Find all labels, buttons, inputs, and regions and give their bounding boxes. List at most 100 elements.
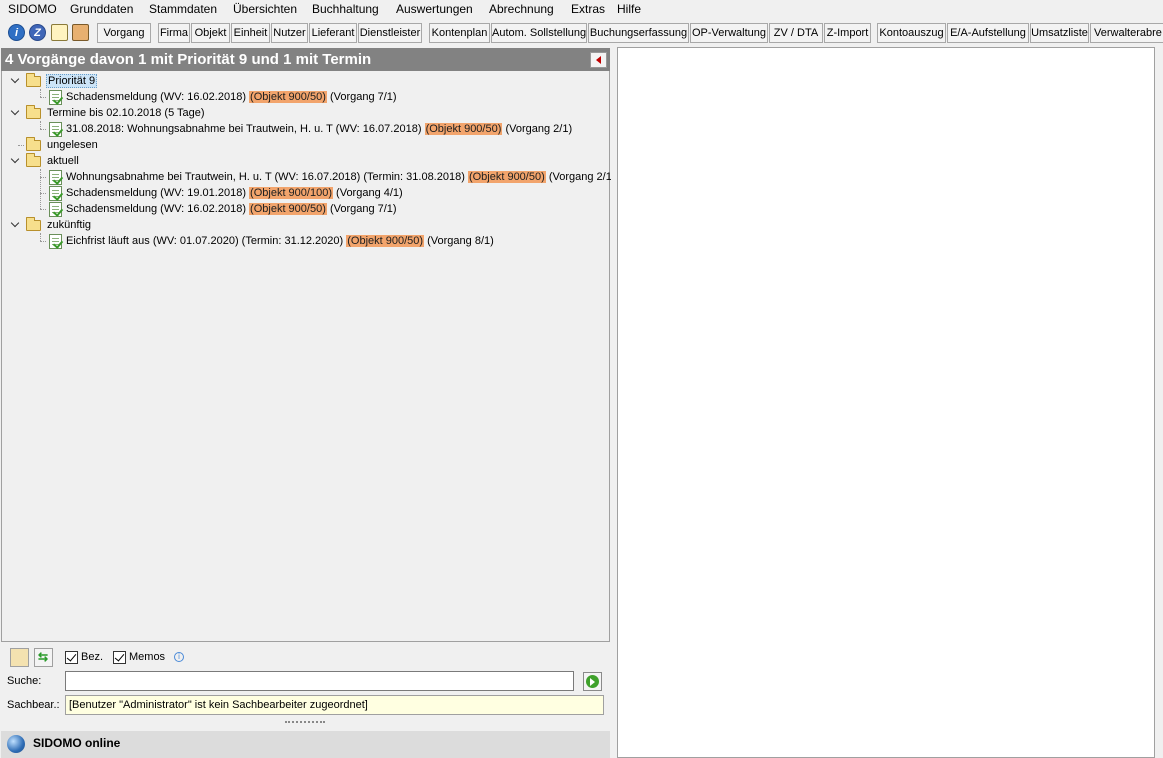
vorgang-button[interactable]: Vorgang (97, 23, 151, 43)
vorgang-ref: (Vorgang 8/1) (427, 235, 494, 247)
object-tag: (Objekt 900/50) (346, 235, 425, 247)
tree-line (40, 177, 46, 178)
item-text: Wohnungsabnahme bei Trautwein, H. u. T (… (66, 171, 465, 183)
tree-line (40, 121, 41, 129)
objekt-button[interactable]: Objekt (191, 23, 230, 43)
kontenplan-button[interactable]: Kontenplan (429, 23, 490, 43)
tree-line (18, 145, 24, 146)
tree-item[interactable]: 31.08.2018: Wohnungsabnahme bei Trautwei… (66, 121, 572, 137)
pane-splitter[interactable] (611, 47, 616, 758)
expand-chevron-icon[interactable] (10, 217, 22, 233)
tree-line (40, 209, 46, 210)
einheit-button[interactable]: Einheit (231, 23, 270, 43)
folder-icon (26, 105, 41, 119)
sachbearbeiter-field[interactable]: [Benutzer "Administrator" ist kein Sachb… (65, 695, 604, 715)
refresh-arrows-icon[interactable]: ⇆ (34, 648, 53, 667)
tree-item[interactable]: Schadensmeldung (WV: 16.02.2018) (Objekt… (66, 201, 397, 217)
bez-checkbox[interactable] (65, 651, 78, 664)
settings-gear-icon[interactable] (10, 648, 29, 667)
menu-auswertungen[interactable]: Auswertungen (396, 2, 473, 16)
vorgang-ref: (Vorgang 7/1) (329, 91, 397, 103)
vorgang-doc-icon (49, 122, 62, 137)
z-import-button[interactable]: Z-Import (824, 23, 871, 43)
memos-label: Memos (129, 651, 166, 663)
item-text: Eichfrist läuft aus (WV: 01.07.2020) (Te… (66, 235, 344, 247)
menu-hilfe[interactable]: Hilfe (617, 2, 641, 16)
tree-group-termine[interactable]: Termine bis 02.10.2018 (5 Tage) (47, 105, 205, 121)
tree-line (40, 129, 46, 130)
tree-line (40, 193, 46, 194)
tree-group-label: Priorität 9 (46, 74, 98, 88)
resize-grip[interactable] (285, 721, 325, 726)
vorgang-ref: (Vorgang 4/1) (336, 187, 403, 199)
menu-uebersichten[interactable]: Übersichten (233, 2, 297, 16)
object-tag: (Objekt 900/50) (424, 123, 503, 135)
dienstleister-button[interactable]: Dienstleister (358, 23, 422, 43)
lieferant-button[interactable]: Lieferant (309, 23, 357, 43)
bez-label: Bez. (81, 651, 104, 663)
tree-item[interactable]: Eichfrist läuft aus (WV: 01.07.2020) (Te… (66, 233, 494, 249)
sidomo-online-label: SIDOMO online (33, 736, 121, 750)
z-icon[interactable]: Z (29, 24, 46, 41)
op-verwaltung-button[interactable]: OP-Verwaltung (690, 23, 768, 43)
search-go-icon[interactable] (583, 672, 602, 691)
umsatzliste-button[interactable]: Umsatzliste (1030, 23, 1089, 43)
item-text: 31.08.2018: Wohnungsabnahme bei Trautwei… (66, 123, 422, 135)
tree-item[interactable]: Schadensmeldung (WV: 19.01.2018) (Objekt… (66, 185, 403, 201)
buchungserfassung-button[interactable]: Buchungserfassung (588, 23, 689, 43)
tree-line (40, 97, 46, 98)
verwalterabrechnung-button[interactable]: Verwalterabre (1090, 23, 1163, 43)
notepad-icon[interactable] (51, 24, 68, 41)
collapse-panel-button[interactable] (590, 52, 607, 68)
info-hint-icon[interactable]: i (174, 652, 184, 662)
firma-button[interactable]: Firma (158, 23, 190, 43)
sachbearbeiter-label: Sachbear.: (7, 699, 60, 711)
tree-item[interactable]: Schadensmeldung (WV: 16.02.2018) (Objekt… (66, 89, 397, 105)
tree-group-zukuenftig[interactable]: zukünftig (47, 217, 91, 233)
expand-chevron-icon[interactable] (10, 153, 22, 169)
tree-item[interactable]: Wohnungsabnahme bei Trautwein, H. u. T (… (66, 169, 615, 185)
vorgang-ref: (Vorgang 2/1) (505, 123, 573, 135)
folder-icon (26, 217, 41, 231)
sollstellung-button[interactable]: Autom. Sollstellung (491, 23, 587, 43)
sidomo-online-bar[interactable]: SIDOMO online (1, 731, 610, 758)
menu-abrechnung[interactable]: Abrechnung (489, 2, 554, 16)
vorgang-ref: (Vorgang 2/1) (548, 171, 616, 183)
vorgang-doc-icon (49, 170, 62, 185)
folder-icon (26, 153, 41, 167)
menu-bar: SIDOMO Grunddaten Stammdaten Übersichten… (0, 0, 1163, 18)
search-input[interactable] (65, 671, 574, 691)
nutzer-button[interactable]: Nutzer (271, 23, 308, 43)
tree-line (40, 169, 41, 209)
vorgang-ref: (Vorgang 7/1) (329, 203, 397, 215)
menu-extras[interactable]: Extras (571, 2, 605, 16)
memos-checkbox[interactable] (113, 651, 126, 664)
item-text: Schadensmeldung (WV: 16.02.2018) (66, 203, 246, 215)
detail-pane (617, 47, 1155, 758)
vorgang-doc-icon (49, 234, 62, 249)
users-icon[interactable] (72, 24, 89, 41)
object-tag: (Objekt 900/50) (249, 91, 327, 103)
zv-dta-button[interactable]: ZV / DTA (769, 23, 823, 43)
toolbar: i Z Vorgang Firma Objekt Einheit Nutzer … (0, 20, 1163, 46)
menu-grunddaten[interactable]: Grunddaten (70, 2, 133, 16)
tree-line (40, 89, 41, 97)
object-tag: (Objekt 900/50) (249, 203, 327, 215)
kontoauszug-button[interactable]: Kontoauszug (877, 23, 946, 43)
tree-group-aktuell[interactable]: aktuell (47, 153, 79, 169)
search-label: Suche: (7, 675, 42, 687)
folder-icon (26, 73, 41, 87)
tree-group-prioritaet[interactable]: Priorität 9 (46, 73, 98, 89)
tree-group-ungelesen[interactable]: ungelesen (47, 137, 98, 153)
vorgaenge-tree: Priorität 9 Schadensmeldung (WV: 16.02.2… (1, 71, 615, 642)
object-tag: (Objekt 900/100) (249, 187, 333, 199)
menu-stammdaten[interactable]: Stammdaten (149, 2, 217, 16)
menu-sidomo[interactable]: SIDOMO (8, 2, 57, 16)
menu-buchhaltung[interactable]: Buchhaltung (312, 2, 379, 16)
info-icon[interactable]: i (8, 24, 25, 41)
expand-chevron-icon[interactable] (10, 105, 22, 121)
panel-title: 4 Vorgänge davon 1 mit Priorität 9 und 1… (1, 48, 610, 71)
expand-chevron-icon[interactable] (10, 73, 22, 89)
ea-aufstellung-button[interactable]: E/A-Aufstellung (947, 23, 1029, 43)
vorgang-doc-icon (49, 90, 62, 105)
